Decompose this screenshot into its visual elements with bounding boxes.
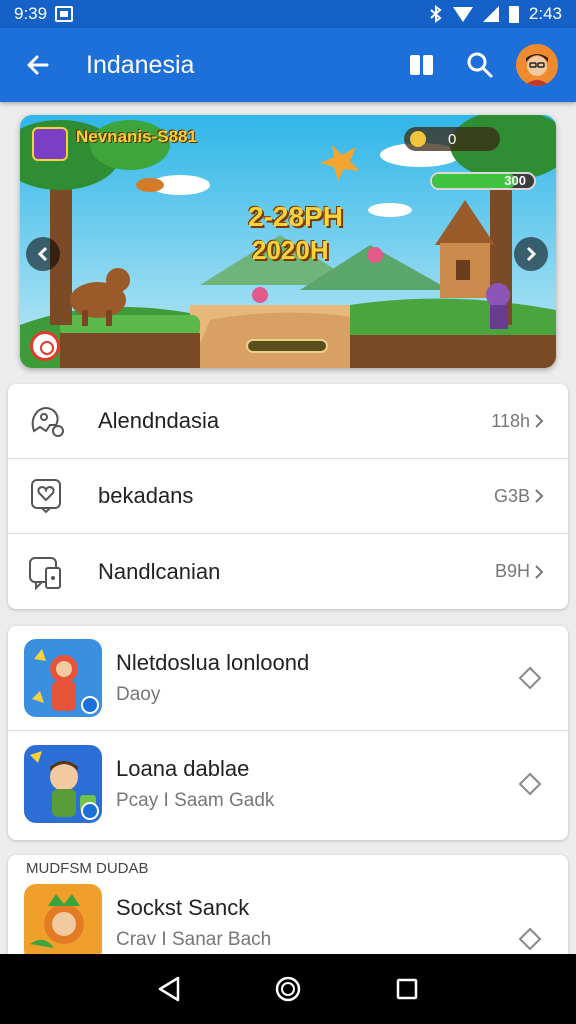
triangle-back-icon [159,976,180,1002]
chevron-left-icon [37,246,48,262]
bluetooth-icon [430,5,442,23]
status-time: 9:39 [14,4,48,23]
coin-counter: 0 [404,127,500,151]
app-name: Loana dablae [116,755,250,781]
menu-item-meta-value: B9H [494,561,530,581]
search-icon [467,52,493,78]
avatar[interactable] [516,44,558,86]
app-bar: Indanesia [0,28,576,102]
status-bar: 9:39 2:43 [0,0,576,28]
chevron-right-icon [535,489,544,503]
app-icon [24,639,102,717]
menu-item-meta-value: 118h [491,410,530,431]
screenshot-icon [55,6,74,22]
app-badge-icon [81,696,99,714]
nav-home-button[interactable] [266,967,310,1011]
chat-tablet-icon [24,550,68,594]
system-nav-bar [0,954,576,1024]
nav-back-button[interactable] [147,967,191,1011]
diamond-icon [518,666,542,690]
heart-chat-icon [24,474,68,518]
controller-icon [24,399,68,443]
app-action-button[interactable] [516,925,544,953]
battery-icon [508,5,519,23]
menu-item-2[interactable]: Nandlcanian B9H [8,534,568,609]
coin-icon [410,131,426,147]
app-name: Sockst Sanck [116,894,250,920]
menu-item-label: Alendndasia [98,408,220,433]
banner-game-title: Nevnanis-S881 [76,127,197,146]
signal-icon [482,6,499,22]
apps-card: Nletdoslua lonloond Daoy Loana dablae Pc… [8,626,568,840]
app-subtitle: Crav I Sanar Bach [116,928,272,950]
menu-card: Alendndasia 118h bekadans G3B Nandlcania… [8,384,568,609]
page-title: Indanesia [86,50,195,79]
featured-banner[interactable]: Nevnanis-S881 0 300 2-28PH 2020H [20,115,556,368]
app-list-item-0[interactable]: Nletdoslua lonloond Daoy [8,626,568,731]
carousel-prev-button[interactable] [26,237,60,271]
menu-item-label: Nandlcanian [98,558,221,584]
back-button[interactable] [10,37,66,93]
menu-item-1[interactable]: bekadans G3B [8,459,568,534]
app-action-button[interactable] [516,770,544,798]
game-logo [32,127,68,161]
menu-item-meta: B9H [495,561,544,582]
menu-item-label: bekadans [98,483,194,508]
columns-icon [410,55,433,75]
chevron-right-icon [526,246,537,262]
carousel-next-button[interactable] [514,237,548,271]
app-subtitle: Pcay I Saam Gadk [116,789,275,811]
banner-score-line2: 2020H [252,235,329,265]
menu-item-meta-value: G3B [493,485,530,506]
nav-recents-button[interactable] [385,967,429,1011]
banner-progress-pill [246,339,328,353]
app-list-item-1[interactable]: Loana dablae Pcay I Saam Gadk [8,731,568,836]
coin-count: 0 [448,130,457,148]
banner-score-line1: 2-28PH [248,201,343,232]
circle-home-icon [275,976,301,1002]
chevron-right-icon [535,564,544,579]
app-badge-icon [81,801,99,820]
menu-item-meta: 118h [491,411,544,432]
wifi-icon [452,6,473,22]
menu-item-meta: G3B [494,486,544,507]
search-button[interactable] [458,43,502,87]
app-name: Nletdoslua lonloond [116,650,310,675]
view-toggle-button[interactable] [400,43,444,87]
diamond-icon [518,927,542,951]
app-icon [24,744,102,823]
energy-bar-fill [432,174,516,188]
status-right-time: 2:43 [528,4,562,23]
energy-value: 300 [504,173,526,188]
diamond-icon [518,772,542,795]
record-badge-icon[interactable] [30,331,60,361]
chevron-right-icon [535,414,544,428]
arrow-left-icon [27,55,49,75]
section-header: MUDFSM DUDAB [26,860,149,877]
app-action-button[interactable] [516,664,544,692]
app-icon [24,883,102,962]
square-recents-icon [396,978,417,1000]
menu-item-0[interactable]: Alendndasia 118h [8,384,568,459]
energy-bar: 300 [430,172,536,190]
app-subtitle: Daoy [116,684,161,705]
